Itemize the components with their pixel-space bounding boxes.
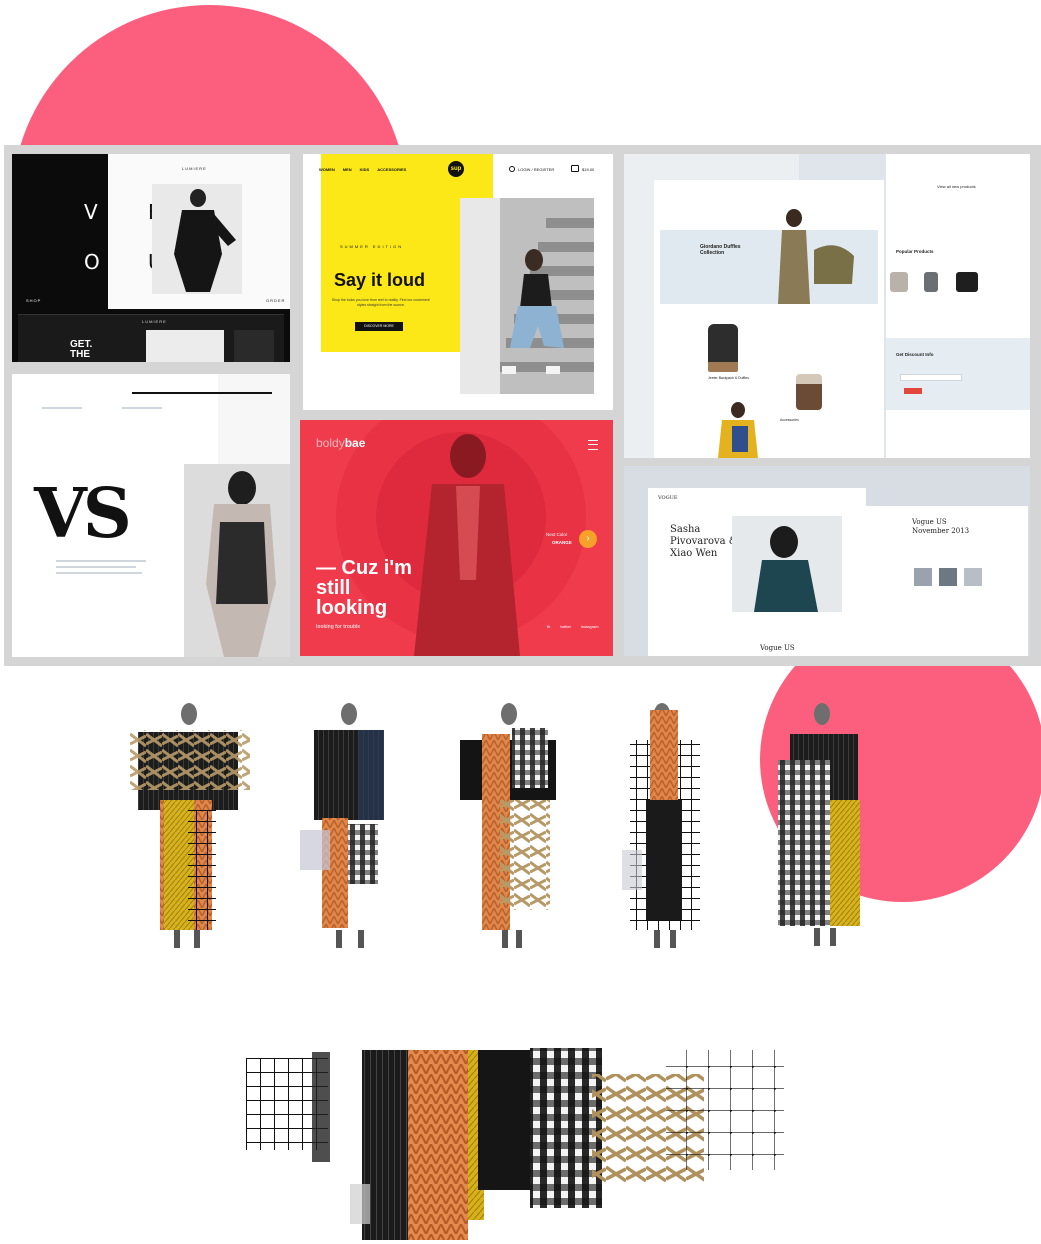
sup-headline: Say it loud [334,270,426,290]
vogue-letter-o: O [84,250,100,274]
sup-body: Shop the looks you love from reel to rea… [331,298,431,307]
nav-men[interactable]: MEN [343,167,352,172]
popular-bag-2 [924,272,938,292]
vogue-sub-brand: LUMIERE [142,319,167,324]
vs-body-line-3 [56,572,142,574]
swatch-gingham [530,1048,602,1208]
nav-kids[interactable]: KIDS [360,167,370,172]
boldy-panel: boldybae — Cuz i'm still looking looking… [300,420,613,656]
sup-nav: WOMEN MEN KIDS ACCESSORIES [319,167,406,172]
hamburger-icon[interactable] [588,440,598,450]
hamburger-middle [588,444,598,445]
magazine-side-title: Vogue US November 2013 [912,518,970,535]
vs-rule [132,392,272,394]
bags-yellow-jacket-model [718,402,758,458]
swatch-grid-dark [312,1052,330,1162]
magazine-bottom-title: Vogue US [760,644,795,652]
discount-submit-button[interactable] [904,388,922,394]
sup-panel: WOMEN MEN KIDS ACCESSORIES sup LOGIN / R… [303,154,613,410]
boldy-headline: — Cuz i'm still looking [316,558,412,618]
popular-bag-1 [890,272,908,292]
bags-right-page [886,154,1030,458]
sup-cart-total: $19.00 [582,167,595,172]
vs-model-photo [184,464,290,657]
figure-5 [778,703,860,946]
swatch-shadow [350,1184,370,1224]
magazine-brand: VOGUE [658,495,678,501]
boldy-tagline: looking for trouble [316,624,361,630]
vs-body-line-1 [56,560,146,562]
social-fb-link[interactable]: fb [547,624,550,629]
popular-bag-3 [956,272,978,292]
next-color-value: ORANGE [552,540,572,545]
vogue-brand: LUMIERE [182,166,207,171]
fabric-swatches [246,1048,784,1240]
vs-logo: VS [34,474,132,554]
sup-kicker: SUMMER EDITION [340,244,404,249]
vogue-lower-photo [146,330,224,362]
discount-title: Get Discount Info [896,352,934,357]
sup-discover-button[interactable]: DISCOVER MORE [355,322,403,331]
sup-logo[interactable]: sup [448,161,464,177]
magazine-model-photo [732,516,842,612]
figure-1 [130,703,250,948]
boldy-social: fb twitter instagram [547,624,599,629]
vogue-letter-v: V [84,200,98,224]
boldy-model-photo [414,434,520,656]
cart-icon[interactable] [571,165,579,172]
figure-2 [300,703,384,948]
magazine-side-thumb-1 [914,568,932,586]
magazine-panel: Vogue US November 2013 VOGUE Sasha Pivov… [624,466,1030,656]
swatch-net [666,1050,784,1170]
bags-panel: View all new products Popular Products G… [624,154,1030,458]
search-icon[interactable] [509,166,515,172]
vs-text-line-1 [42,407,82,409]
vogue-model-photo [152,184,242,294]
vogue-lower-photo-dark [234,330,274,362]
next-color-label: Next Color [546,532,568,537]
swatch-black [478,1050,536,1190]
figure-3 [460,703,556,948]
next-color-button[interactable]: › [579,530,597,548]
vs-body-line-2 [56,566,136,568]
vs-text-line-2 [122,407,162,409]
boldy-logo-light: boldy [316,436,345,450]
magazine-side-thumb-2 [939,568,957,586]
vogue-get-the: GET. THE [70,340,92,360]
discount-email-input[interactable] [900,374,962,381]
bags-popular-title: Popular Products [896,249,934,254]
bags-top-right-text: View all new products [937,184,976,189]
sup-stairs-photo [460,198,594,394]
figure-4 [622,703,700,948]
vogue-panel: LUMIERE V E G O U T SHOP ORDER LUMIERE G… [12,154,290,362]
product-label-2: Accessories [780,418,799,422]
nav-accessories[interactable]: ACCESSORIES [377,167,406,172]
bags-hero-model [778,209,854,304]
vs-panel: VS [12,374,290,657]
headline-line-3: looking [316,597,388,619]
fashion-figures-row [130,703,860,948]
nav-women[interactable]: WOMEN [319,167,335,172]
vogue-shop-link[interactable]: SHOP [26,298,41,303]
headline-line-2: still [316,577,351,599]
product-pouch[interactable] [796,374,822,410]
boldy-logo[interactable]: boldybae [316,436,365,450]
sup-account-link[interactable]: LOGIN / REGISTER [518,167,554,172]
vogue-order-link[interactable]: ORDER [266,298,285,303]
boldy-logo-bold: bae [344,436,366,450]
bags-hero-title: Giordano Duffles Collection [700,244,741,256]
product-backpack[interactable] [708,324,738,372]
social-instagram-link[interactable]: instagram [581,624,599,629]
magazine-side-thumb-3 [964,568,982,586]
product-label-1: Jeeter Backpack & Duffles [708,376,749,380]
headline-line-1: — Cuz i'm [316,557,412,579]
social-twitter-link[interactable]: twitter [560,624,571,629]
get-line-2: THE [70,349,90,360]
swatch-herringbone [408,1050,468,1240]
